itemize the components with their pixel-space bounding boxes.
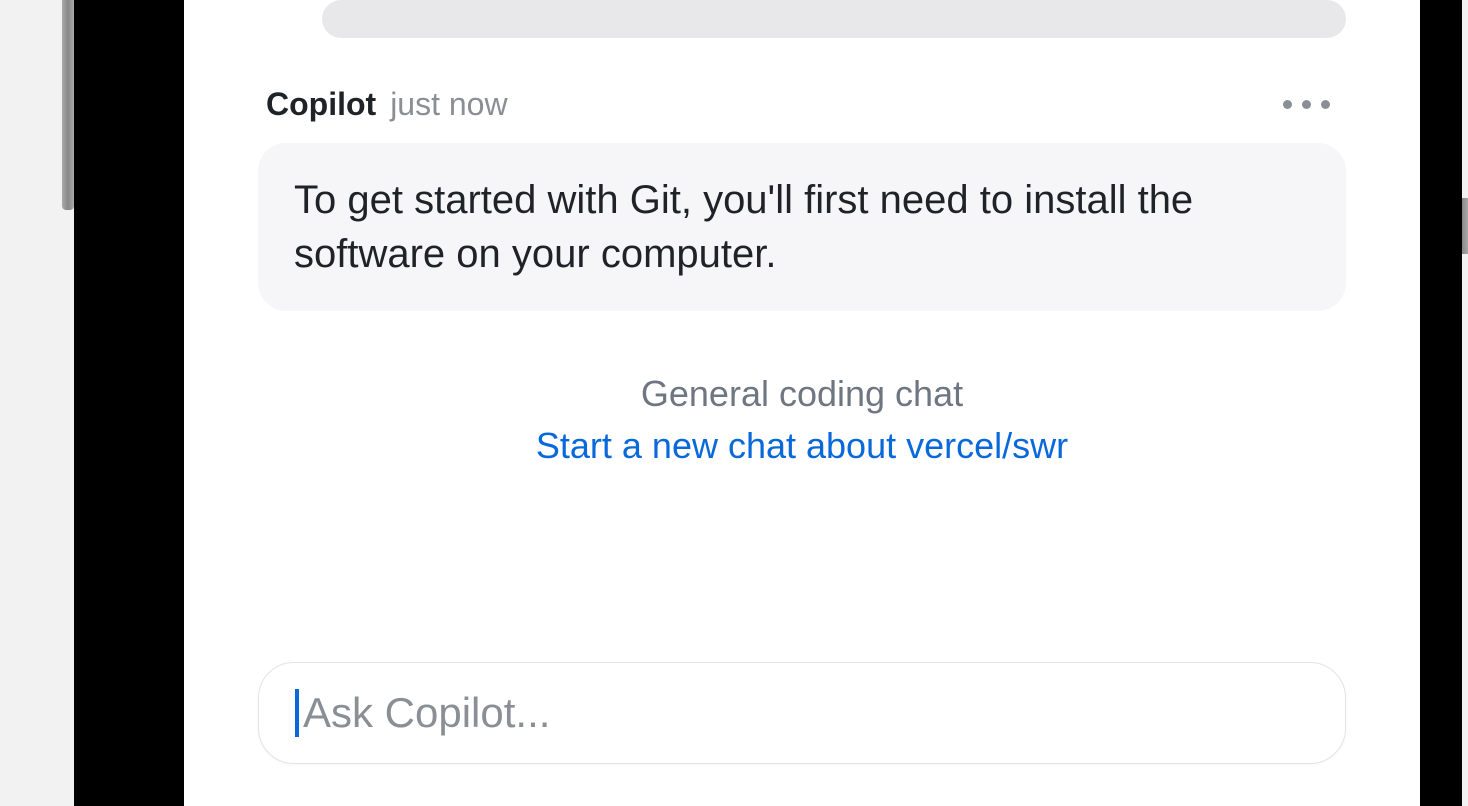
message-header: Copilot just now — [258, 86, 1346, 123]
more-options-button[interactable] — [1275, 92, 1338, 117]
input-placeholder: Ask Copilot... — [303, 689, 550, 737]
chat-type-label: General coding chat — [258, 373, 1346, 415]
phone-bezel-left — [148, 0, 184, 806]
message-text: To get started with Git, you'll first ne… — [294, 173, 1310, 281]
sender-name: Copilot — [266, 86, 376, 123]
text-cursor — [295, 689, 299, 737]
ellipsis-icon — [1321, 100, 1330, 109]
ellipsis-icon — [1302, 100, 1311, 109]
message-timestamp: just now — [390, 86, 507, 123]
phone-side-button-left — [62, 0, 74, 210]
phone-frame: Copilot just now To get started with Git… — [74, 0, 1462, 806]
ellipsis-icon — [1283, 100, 1292, 109]
phone-side-button-right — [1462, 198, 1468, 254]
chat-container: Copilot just now To get started with Git… — [184, 0, 1420, 806]
phone-bezel-right — [1420, 0, 1456, 806]
previous-user-message — [322, 0, 1346, 38]
input-area: Ask Copilot... — [258, 562, 1346, 806]
message-header-left: Copilot just now — [266, 86, 508, 123]
start-new-chat-link[interactable]: Start a new chat about vercel/swr — [258, 425, 1346, 467]
chat-input[interactable]: Ask Copilot... — [258, 662, 1346, 764]
screen: Copilot just now To get started with Git… — [184, 0, 1420, 806]
copilot-message-bubble: To get started with Git, you'll first ne… — [258, 143, 1346, 311]
chat-footer-info: General coding chat Start a new chat abo… — [258, 373, 1346, 467]
